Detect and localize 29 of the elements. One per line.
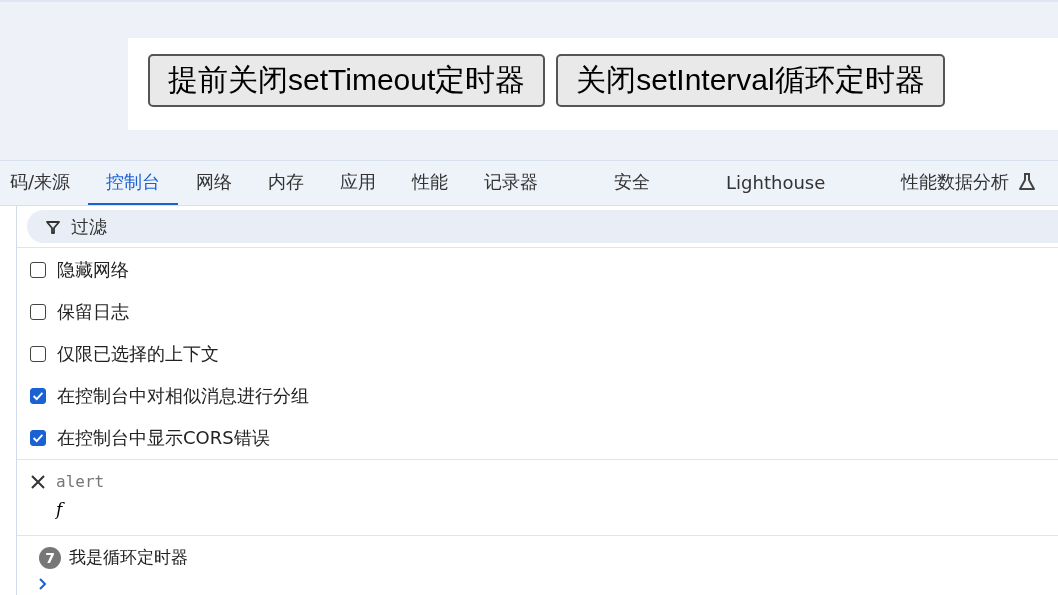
setting-label: 仅限已选择的上下文 [57, 342, 219, 366]
repeat-count: 7 [39, 546, 61, 569]
checkbox[interactable] [30, 304, 46, 320]
devtools-tab[interactable]: 网络 [178, 161, 251, 205]
close-icon [30, 473, 46, 490]
page-button[interactable]: 关闭setInterval循环定时器 [556, 53, 945, 107]
devtools-tab[interactable]: 应用 [322, 161, 395, 205]
checkbox[interactable] [30, 388, 46, 404]
devtools-tab[interactable]: 性能数据分析 [883, 161, 1056, 205]
setting-label: 保留日志 [57, 300, 129, 324]
page-button[interactable]: 提前关闭setTimeout定时器 [148, 53, 546, 107]
setting-label: 隐藏网络 [57, 258, 129, 282]
devtools-tab[interactable]: 记录器 [466, 161, 557, 205]
setting-label: 在控制台中对相似消息进行分组 [57, 384, 309, 408]
checkbox[interactable] [30, 262, 46, 278]
function-label: f [56, 499, 63, 519]
setting-label: 在控制台中显示CORS错误 [57, 426, 270, 450]
devtools-tab[interactable]: 控制台 [88, 161, 179, 205]
filter-field[interactable]: 过滤 [27, 210, 1058, 243]
log-message: 我是循环定时器 [69, 546, 188, 569]
devtools-tab[interactable]: Lighthouse [708, 161, 844, 205]
devtools-tab[interactable]: 安全 [596, 161, 669, 205]
log-text: alert [56, 472, 105, 491]
devtools-tab[interactable]: 码/来源 [0, 161, 89, 205]
devtools-tab[interactable]: 性能 [394, 161, 467, 205]
devtools-tab[interactable]: 内存 [250, 161, 323, 205]
checkbox[interactable] [30, 346, 46, 362]
checkbox[interactable] [30, 430, 46, 446]
prompt-icon [38, 578, 48, 590]
